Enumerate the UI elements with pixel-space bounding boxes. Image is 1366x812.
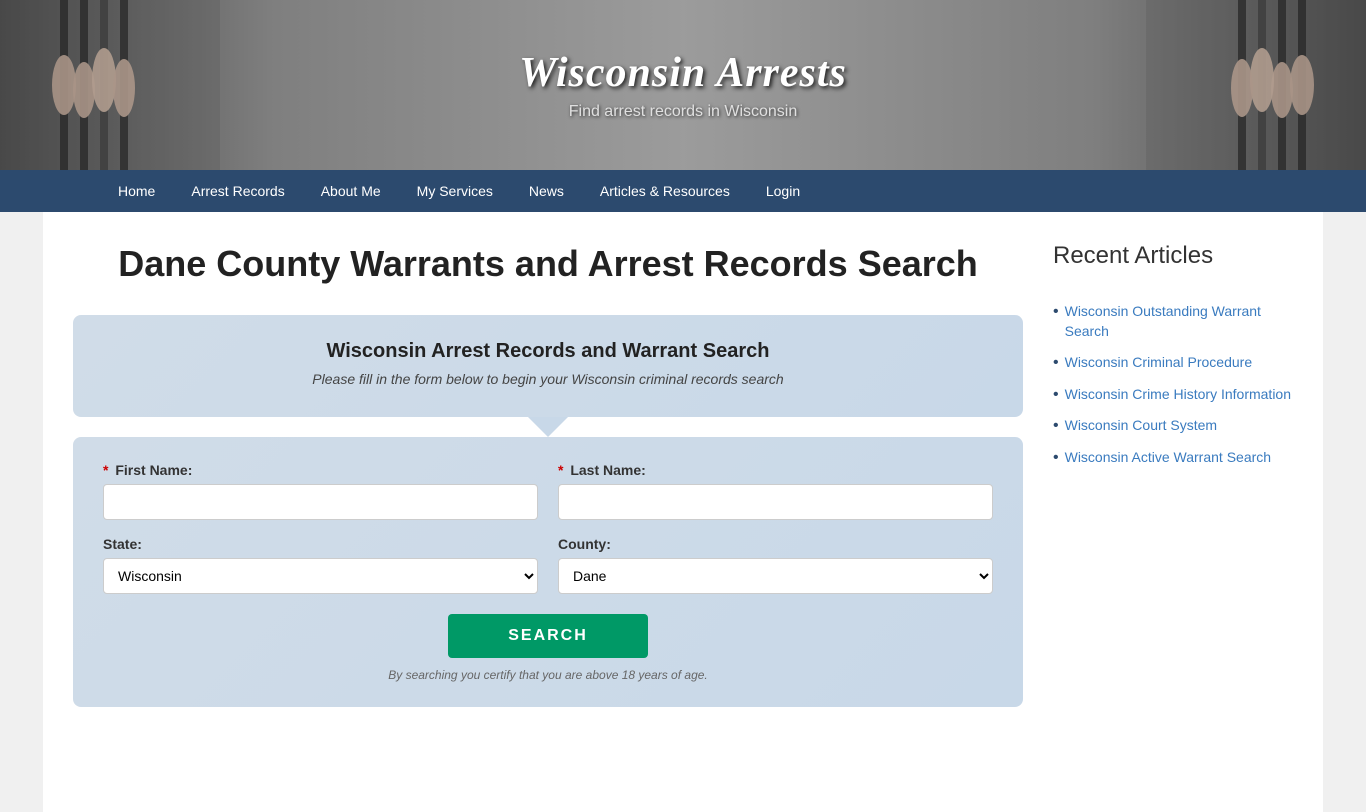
state-group: State: Wisconsin	[103, 536, 538, 594]
search-disclaimer: By searching you certify that you are ab…	[103, 668, 993, 682]
nav-link[interactable]: Arrest Records	[173, 170, 302, 212]
sidebar-article-item: • Wisconsin Active Warrant Search	[1053, 442, 1293, 474]
last-name-group: * Last Name:	[558, 462, 993, 520]
first-name-label: * First Name:	[103, 462, 538, 478]
sidebar-title: Recent Articles	[1053, 242, 1293, 276]
nav-link[interactable]: Login	[748, 170, 818, 212]
nav-item: Articles & Resources	[582, 170, 748, 212]
header-left-image	[0, 0, 220, 170]
site-header: Wisconsin Arrests Find arrest records in…	[0, 0, 1366, 170]
header-text-block: Wisconsin Arrests Find arrest records in…	[519, 49, 847, 121]
nav-item: Login	[748, 170, 818, 212]
sidebar-article-link[interactable]: Wisconsin Criminal Procedure	[1065, 353, 1253, 373]
search-button-row: SEARCH	[103, 614, 993, 658]
first-name-group: * First Name:	[103, 462, 538, 520]
state-select[interactable]: Wisconsin	[103, 558, 538, 594]
sidebar-article-item: • Wisconsin Outstanding Warrant Search	[1053, 296, 1293, 347]
main-container: Dane County Warrants and Arrest Records …	[43, 212, 1323, 812]
state-label: State:	[103, 536, 538, 552]
name-row: * First Name: * Last Name:	[103, 462, 993, 520]
bullet-icon: •	[1053, 354, 1059, 372]
last-name-input[interactable]	[558, 484, 993, 520]
nav-item: My Services	[399, 170, 511, 212]
nav-item: About Me	[303, 170, 399, 212]
nav-item: Home	[100, 170, 173, 212]
sidebar-article-link[interactable]: Wisconsin Court System	[1065, 416, 1217, 436]
search-form-subheading: Please fill in the form below to begin y…	[103, 371, 993, 387]
sidebar-article-item: • Wisconsin Criminal Procedure	[1053, 347, 1293, 379]
sidebar-article-link[interactable]: Wisconsin Crime History Information	[1065, 385, 1291, 405]
county-select[interactable]: Dane	[558, 558, 993, 594]
bullet-icon: •	[1053, 386, 1059, 404]
search-heading-box: Wisconsin Arrest Records and Warrant Sea…	[73, 315, 1023, 417]
search-form-container: * First Name: * Last Name: State: Wisc	[73, 437, 1023, 707]
search-form-heading: Wisconsin Arrest Records and Warrant Sea…	[103, 340, 993, 363]
page-title: Dane County Warrants and Arrest Records …	[73, 242, 1023, 285]
county-group: County: Dane	[558, 536, 993, 594]
nav-link[interactable]: Home	[100, 170, 173, 212]
sidebar-article-item: • Wisconsin Crime History Information	[1053, 379, 1293, 411]
location-row: State: Wisconsin County: Dane	[103, 536, 993, 594]
county-label: County:	[558, 536, 993, 552]
first-name-required: *	[103, 462, 108, 478]
sidebar-article-link[interactable]: Wisconsin Active Warrant Search	[1065, 448, 1271, 468]
sidebar: Recent Articles • Wisconsin Outstanding W…	[1053, 242, 1293, 782]
nav-link[interactable]: About Me	[303, 170, 399, 212]
nav-link[interactable]: My Services	[399, 170, 511, 212]
last-name-label: * Last Name:	[558, 462, 993, 478]
nav-item: News	[511, 170, 582, 212]
last-name-required: *	[558, 462, 563, 478]
nav-link[interactable]: News	[511, 170, 582, 212]
bullet-icon: •	[1053, 417, 1059, 435]
triangle-pointer	[528, 417, 568, 437]
bullet-icon: •	[1053, 449, 1059, 467]
header-right-image	[1146, 0, 1366, 170]
content-area: Dane County Warrants and Arrest Records …	[73, 242, 1023, 782]
sidebar-articles-list: • Wisconsin Outstanding Warrant Search • Wi…	[1053, 296, 1293, 474]
site-subtitle: Find arrest records in Wisconsin	[519, 103, 847, 121]
search-button[interactable]: SEARCH	[448, 614, 648, 658]
first-name-input[interactable]	[103, 484, 538, 520]
nav-item: Arrest Records	[173, 170, 302, 212]
site-title: Wisconsin Arrests	[519, 49, 847, 97]
bullet-icon: •	[1053, 303, 1059, 321]
sidebar-article-item: • Wisconsin Court System	[1053, 410, 1293, 442]
nav-link[interactable]: Articles & Resources	[582, 170, 748, 212]
main-nav: HomeArrest RecordsAbout MeMy ServicesNew…	[0, 170, 1366, 212]
sidebar-article-link[interactable]: Wisconsin Outstanding Warrant Search	[1065, 302, 1293, 341]
